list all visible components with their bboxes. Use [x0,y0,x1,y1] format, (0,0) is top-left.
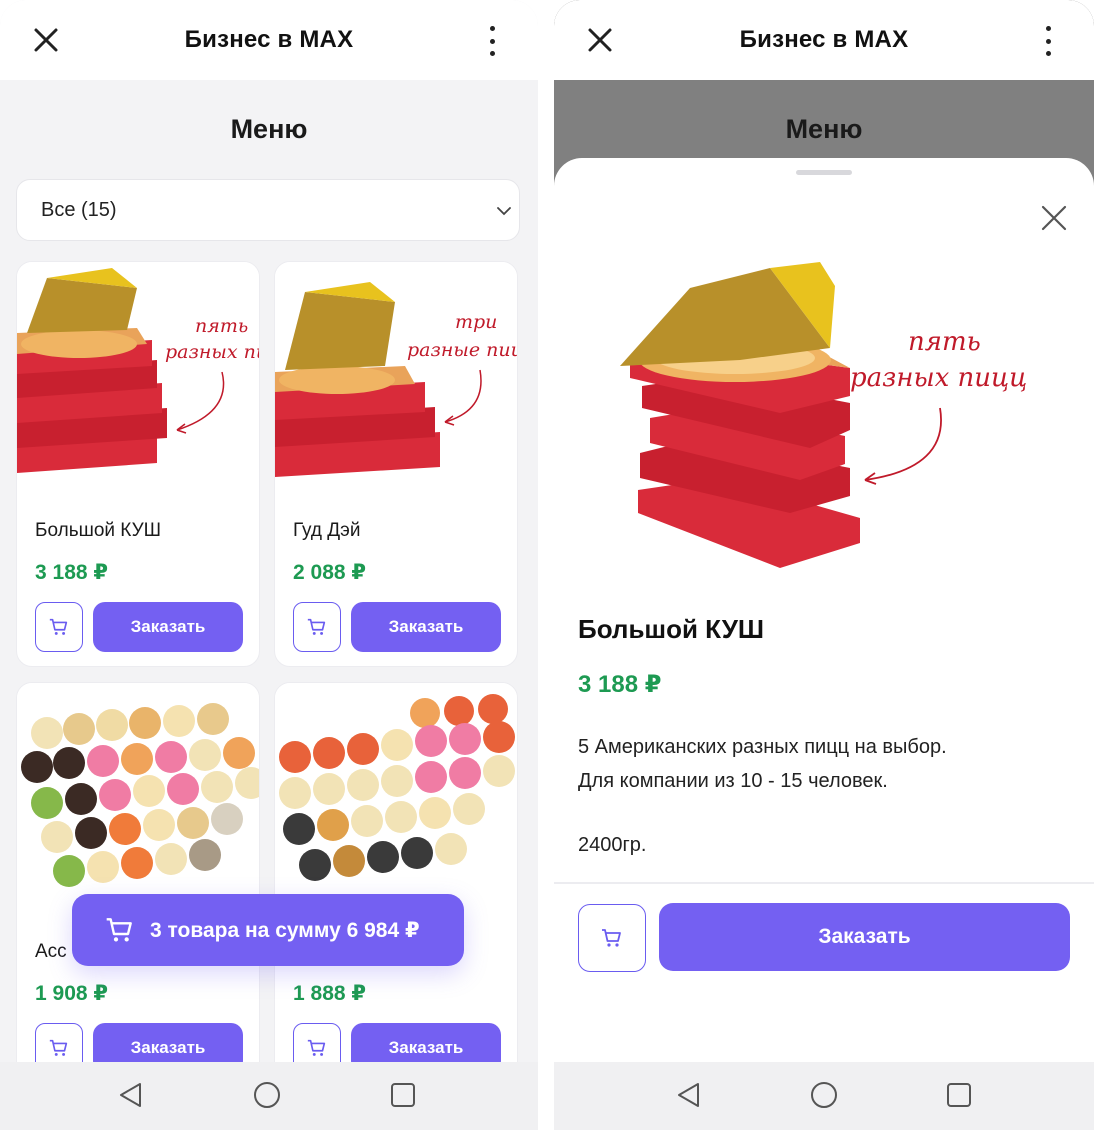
pizza-boxes-image: пять разных пи [17,262,260,502]
nav-recent-icon[interactable] [944,1080,974,1110]
divider [554,882,1094,884]
description-line: Для компании из 10 - 15 человек. [578,770,888,792]
product-description: 5 Американских разных пицц на выбор. Для… [578,730,947,798]
product-name: Гуд Дэй [293,520,361,541]
cart-icon [602,929,621,947]
image-caption-line1: пять [908,327,981,357]
cart-summary-button[interactable]: 3 товара на сумму 6 984 ₽ [72,894,464,966]
add-to-cart-button[interactable] [293,602,341,652]
sushi-set-image [275,683,517,923]
cart-summary-label: 3 товара на сумму 6 984 ₽ [150,918,420,942]
product-name: Асс [35,941,67,962]
image-caption-line2: разные пиц [407,339,518,361]
order-button[interactable]: Заказать [659,903,1070,971]
nav-back-icon[interactable] [674,1080,704,1110]
category-filter-select[interactable]: Все (15) [16,179,520,241]
filter-value: Все (15) [41,198,117,221]
add-to-cart-button[interactable] [578,904,646,972]
sushi-set-image [17,683,259,923]
cart-icon [106,918,132,942]
product-title: Большой КУШ [578,614,764,644]
app-header: Бизнес в MAX [554,0,1094,80]
page-title: Меню [230,114,308,144]
product-price: 2 088 ₽ [293,561,366,584]
pizza-boxes-image: пять разных пицц [610,258,1040,578]
close-icon[interactable] [1038,202,1070,234]
chevron-down-icon [497,207,511,216]
product-detail-screen: Бизнес в MAX Меню пять разных пицц Больш… [554,0,1094,1130]
image-caption-line1: пять [195,315,248,337]
order-button[interactable]: Заказать [93,602,243,652]
product-price: 3 188 ₽ [35,561,108,584]
app-title: Бизнес в MAX [739,26,909,53]
product-card[interactable]: 1 888 ₽ Заказать [274,682,518,1102]
image-caption-line1: три [455,311,497,333]
sheet-drag-handle[interactable] [796,170,852,175]
nav-back-icon[interactable] [116,1080,146,1110]
page-title: Меню [785,114,863,144]
app-header: Бизнес в MAX [0,0,538,80]
close-icon[interactable] [30,24,62,56]
more-vertical-icon[interactable] [484,26,500,56]
product-price: 3 188 ₽ [578,671,662,698]
product-bottom-sheet: пять разных пицц Большой КУШ 3 188 ₽ 5 А… [554,158,1094,1062]
add-to-cart-button[interactable] [35,602,83,652]
cart-icon [307,1039,326,1056]
nav-home-icon[interactable] [252,1080,282,1110]
product-card[interactable]: Асс 1 908 ₽ Заказать [16,682,260,1102]
product-weight: 2400гр. [578,834,647,856]
app-title: Бизнес в MAX [184,26,354,53]
menu-screen: Бизнес в MAX Меню Все (15) пять разных п… [0,0,538,1130]
product-price: 1 908 ₽ [35,982,108,1005]
system-navigation-bar [554,1062,1094,1130]
product-card[interactable]: три разные пиц Гуд Дэй 2 088 ₽ Заказать [274,261,518,667]
cart-icon [49,1039,68,1056]
image-caption-line2: разных пи [165,341,260,363]
image-caption-line2: разных пицц [850,363,1027,393]
close-icon[interactable] [584,24,616,56]
product-price: 1 888 ₽ [293,982,366,1005]
description-line: 5 Американских разных пицц на выбор. [578,736,947,758]
nav-home-icon[interactable] [809,1080,839,1110]
cart-icon [307,618,326,635]
pizza-boxes-image: три разные пиц [275,262,518,502]
product-card[interactable]: пять разных пи Большой КУШ 3 188 ₽ Заказ… [16,261,260,667]
order-button[interactable]: Заказать [351,602,501,652]
product-name: Большой КУШ [35,520,162,541]
cart-icon [49,618,68,635]
system-navigation-bar [0,1062,538,1130]
nav-recent-icon[interactable] [388,1080,418,1110]
more-vertical-icon[interactable] [1040,26,1056,56]
